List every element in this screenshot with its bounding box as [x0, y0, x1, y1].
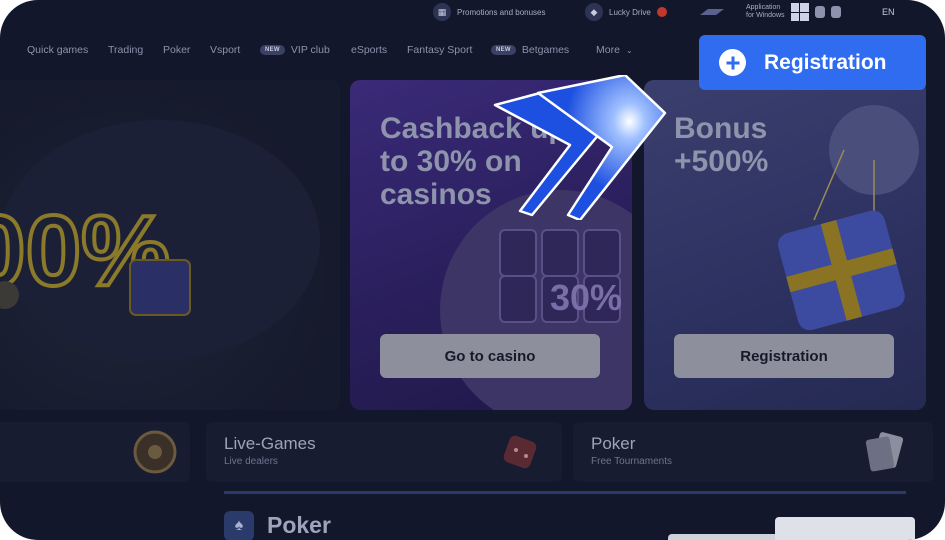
live-games-title: Live-Games: [224, 434, 316, 453]
nav-label: More: [596, 44, 620, 56]
gift-icon: ▦: [433, 3, 451, 21]
tile-live-games[interactable]: Live-Games Live dealers: [206, 422, 562, 482]
plus-icon: [719, 49, 746, 76]
nav-item-vip-club[interactable]: NEW VIP club: [260, 44, 330, 56]
poker-tile-subtitle: Free Tournaments: [591, 456, 672, 467]
promo-card-left[interactable]: 00%: [0, 80, 340, 410]
nav-item-vsport[interactable]: Vsport: [210, 44, 240, 56]
dice-icon: [503, 435, 537, 469]
language-selector[interactable]: EN: [882, 3, 895, 21]
nav-item-betgames[interactable]: NEW Betgames: [491, 44, 569, 56]
card-stack-left: [668, 534, 778, 540]
lucky-drive-icon: ◆: [585, 3, 603, 21]
nav-item-more[interactable]: More ⌄: [596, 44, 633, 56]
card-stack-right: [775, 517, 915, 540]
windows-icon: [790, 3, 809, 21]
tile-poker[interactable]: Poker Free Tournaments: [573, 422, 933, 482]
nav-label: Fantasy Sport: [407, 44, 473, 56]
promo-logo: [698, 3, 726, 21]
roulette-icon: [133, 430, 177, 474]
lucky-drive-link[interactable]: ◆ Lucky Drive: [585, 3, 667, 21]
promotions-link[interactable]: ▦ Promotions and bonuses: [433, 3, 546, 21]
lucky-drive-label: Lucky Drive: [609, 7, 651, 17]
chevron-down-icon: ⌄: [625, 45, 633, 55]
nav-label: VIP club: [290, 44, 330, 56]
go-to-casino-button[interactable]: Go to casino: [380, 334, 600, 378]
poker-section-title: Poker: [267, 512, 331, 538]
bonus-title-line1: Bonus: [674, 112, 768, 145]
poker-section-icon: ♠: [224, 511, 254, 540]
apple-icon[interactable]: [830, 6, 841, 18]
nav-label: Trading: [108, 44, 144, 56]
registration-label: Registration: [764, 50, 887, 74]
brand-logo-icon: [700, 9, 724, 15]
nav-item-trading[interactable]: Trading: [108, 44, 143, 56]
nav-item-esports[interactable]: eSports: [351, 44, 387, 56]
app-label-line1: Application: [746, 4, 781, 11]
bonus-title-line2: +500%: [674, 145, 769, 178]
hot-badge-icon: [656, 7, 667, 17]
language-label: EN: [882, 7, 895, 17]
promo-left-art: 00%: [0, 120, 320, 360]
new-badge: NEW: [491, 45, 516, 55]
poker-tile-title: Poker: [591, 434, 636, 453]
nav-item-quick-games[interactable]: Quick games: [27, 44, 88, 56]
nav-label: Betgames: [521, 44, 570, 56]
bonus-registration-button[interactable]: Registration: [674, 334, 894, 378]
top-utility-bar: ▦ Promotions and bonuses ◆ Lucky Drive A…: [0, 0, 945, 24]
nav-label: Quick games: [27, 44, 89, 56]
live-games-subtitle: Live dealers: [224, 456, 278, 467]
app-download-link[interactable]: Application for Windows: [746, 3, 841, 21]
bonus-card-title: Bonus +500%: [674, 112, 768, 178]
brand-chevron-logo: [493, 75, 667, 220]
nav-item-fantasy-sport[interactable]: Fantasy Sport: [407, 44, 472, 56]
nav-label: eSports: [351, 44, 388, 56]
section-divider: [224, 491, 906, 494]
playing-cards-icon: [865, 432, 904, 472]
nav-label: Poker: [163, 44, 191, 56]
reel-percent: 30%: [550, 277, 622, 318]
registration-button[interactable]: Registration: [699, 35, 926, 90]
app-frame: ▦ Promotions and bonuses ◆ Lucky Drive A…: [0, 0, 945, 540]
tile-left[interactable]: [0, 422, 190, 482]
game-tiles-row: Live-Games Live dealers Poker Free Tourn…: [0, 422, 945, 482]
app-label-line2: for Windows: [746, 12, 785, 19]
nav-label: Vsport: [210, 44, 241, 56]
new-badge: NEW: [260, 45, 285, 55]
android-icon[interactable]: [814, 6, 825, 18]
nav-item-poker[interactable]: Poker: [163, 44, 190, 56]
promotions-label: Promotions and bonuses: [457, 7, 546, 17]
promo-card-bonus[interactable]: Bonus +500% Registration: [644, 80, 926, 410]
